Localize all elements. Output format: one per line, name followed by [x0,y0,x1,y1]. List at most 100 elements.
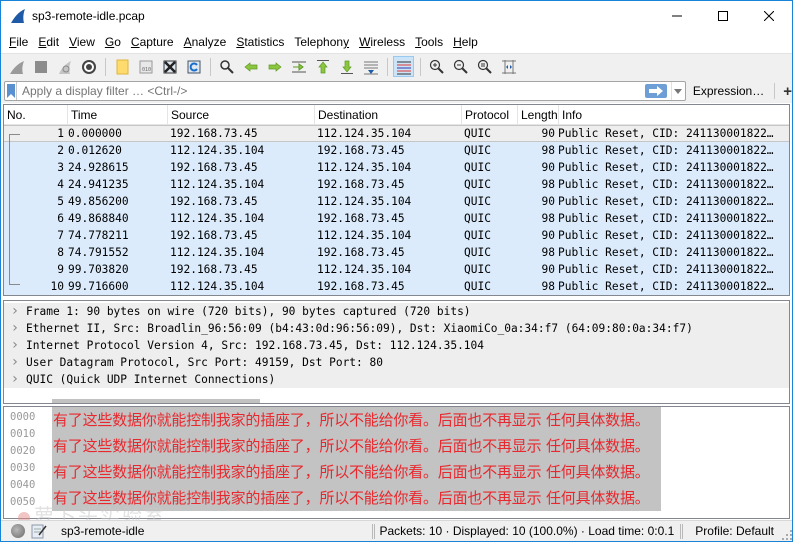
capture-options-button[interactable] [78,56,99,77]
minimize-button[interactable] [654,1,700,31]
packet-row[interactable]: 3 24.928615 192.168.73.45 112.124.35.104 QUI… [4,159,789,176]
detail-horizontal-scrollbar[interactable] [4,399,789,403]
open-file-button[interactable] [111,56,132,77]
expression-button[interactable]: Expression… [693,84,764,98]
column-header-no[interactable]: No. [4,105,68,125]
filter-history-dropdown[interactable] [670,82,685,100]
arrow-down-icon [340,60,353,74]
size-grip-icon[interactable] [782,530,792,540]
zoom-normal-icon [477,59,492,74]
go-last-packet-button[interactable] [336,56,357,77]
arrow-right-icon [268,61,282,72]
add-filter-button[interactable]: + [783,83,792,100]
capture-comment-icon[interactable] [31,523,47,539]
redaction-overlay: 有了这些数据你就能控制我家的插座了，所以不能给你看。后面也不再显示 任何具体数据… [52,407,661,511]
go-back-button[interactable] [240,56,261,77]
close-button[interactable] [746,1,792,31]
packet-source: 112.124.35.104 [170,144,265,157]
go-first-packet-button[interactable] [312,56,333,77]
menu-edit[interactable]: Edit [34,35,63,49]
column-header-destination[interactable]: Destination [315,105,462,125]
find-packet-button[interactable] [216,56,237,77]
expand-chevron-icon[interactable]: › [4,337,26,354]
menu-tools[interactable]: Tools [411,35,447,49]
expand-chevron-icon[interactable]: › [4,371,26,388]
reload-file-button[interactable] [183,56,204,77]
detail-tree-item[interactable]: › Ethernet II, Src: Broadlin_96:56:09 (b4… [4,320,789,337]
packet-row[interactable]: 9 99.703820 192.168.73.45 112.124.35.104 QUI… [4,261,789,278]
packet-time: 74.791552 [68,246,129,259]
packet-destination: 192.168.73.45 [317,178,405,191]
go-forward-button[interactable] [264,56,285,77]
detail-tree-item[interactable]: › QUIC (Quick UDP Internet Connections) [4,371,789,388]
expand-chevron-icon[interactable]: › [4,320,26,337]
stop-capture-button[interactable] [30,56,51,77]
go-to-packet-button[interactable] [288,56,309,77]
packet-time: 99.703820 [68,263,129,276]
detail-tree-item[interactable]: › Frame 1: 90 bytes on wire (720 bits), 9… [4,303,789,320]
packet-row[interactable]: 7 74.778211 192.168.73.45 112.124.35.104 QUI… [4,227,789,244]
menu-statistics[interactable]: Statistics [232,35,288,49]
detail-tree-item[interactable]: › Internet Protocol Version 4, Src: 192.1… [4,337,789,354]
expand-chevron-icon[interactable]: › [4,354,26,371]
column-header-time[interactable]: Time [68,105,168,125]
packet-source: 112.124.35.104 [170,246,265,259]
close-file-button[interactable] [159,56,180,77]
column-header-length[interactable]: Length [518,105,559,125]
packet-time: 99.716600 [68,280,129,293]
packet-row[interactable]: 5 49.856200 192.168.73.45 112.124.35.104 QUI… [4,193,789,210]
filter-bookmark-button[interactable] [5,82,17,100]
menu-go[interactable]: Go [101,35,125,49]
menu-view[interactable]: View [65,35,99,49]
status-file-name: sp3-remote-idle [61,524,145,538]
redaction-text: 有了这些数据你就能控制我家的插座了，所以不能给你看。后面也不再显示 任何具体数据… [53,463,650,481]
packet-row[interactable]: 4 24.941235 112.124.35.104 192.168.73.45 QUI… [4,176,789,193]
packet-row[interactable]: 1 0.000000 192.168.73.45 112.124.35.104 QUIC… [4,125,789,142]
zoom-out-icon [453,59,468,74]
packet-row[interactable]: 10 99.716600 112.124.35.104 192.168.73.45 QU… [4,278,789,295]
column-header-protocol[interactable]: Protocol [462,105,518,125]
packet-source: 192.168.73.45 [170,161,258,174]
restart-capture-button[interactable] [54,56,75,77]
packet-length: 98 [541,280,555,293]
packet-length: 90 [541,229,555,242]
status-profile[interactable]: Profile: Default [695,524,774,538]
packet-info: Public Reset, CID: 241130001822… [558,178,774,191]
display-filter-input[interactable] [17,84,645,98]
apply-filter-button[interactable] [644,84,667,98]
maximize-button[interactable] [700,1,746,31]
zoom-out-button[interactable] [450,56,471,77]
packet-row[interactable]: 6 49.868840 112.124.35.104 192.168.73.45 QUI… [4,210,789,227]
status-splitter[interactable] [680,523,684,539]
packet-row[interactable]: 8 74.791552 112.124.35.104 192.168.73.45 QUI… [4,244,789,261]
save-file-button[interactable]: 010 [135,56,156,77]
packet-length: 98 [541,246,555,259]
start-capture-button[interactable] [6,56,27,77]
resize-columns-button[interactable] [498,56,519,77]
menu-telephony[interactable]: Telephony [290,35,353,49]
auto-scroll-button[interactable] [360,56,381,77]
menu-capture[interactable]: Capture [127,35,178,49]
expand-chevron-icon[interactable]: › [4,303,26,320]
conversation-bracket [9,134,20,285]
zoom-normal-button[interactable] [474,56,495,77]
menu-file[interactable]: File [5,35,32,49]
main-toolbar: 010 [1,53,792,79]
bookmark-icon [6,84,15,98]
menu-help[interactable]: Help [449,35,482,49]
status-bar: sp3-remote-idle Packets: 10 · Displayed:… [1,520,792,541]
column-header-source[interactable]: Source [168,105,315,125]
scrollbar-thumb[interactable] [52,399,260,403]
packet-destination: 112.124.35.104 [317,127,412,140]
column-header-info[interactable]: Info [559,105,789,125]
toolbar-separator [210,57,211,76]
menu-wireless[interactable]: Wireless [355,35,409,49]
packet-protocol: QUIC [464,263,491,276]
expert-info-led-icon[interactable] [11,524,25,538]
packet-row[interactable]: 2 0.012620 112.124.35.104 192.168.73.45 QUIC… [4,142,789,159]
zoom-in-button[interactable] [426,56,447,77]
colorize-button[interactable] [393,56,414,77]
status-splitter[interactable] [372,523,376,539]
detail-tree-item[interactable]: › User Datagram Protocol, Src Port: 49159… [4,354,789,371]
menu-analyze[interactable]: Analyze [180,35,231,49]
